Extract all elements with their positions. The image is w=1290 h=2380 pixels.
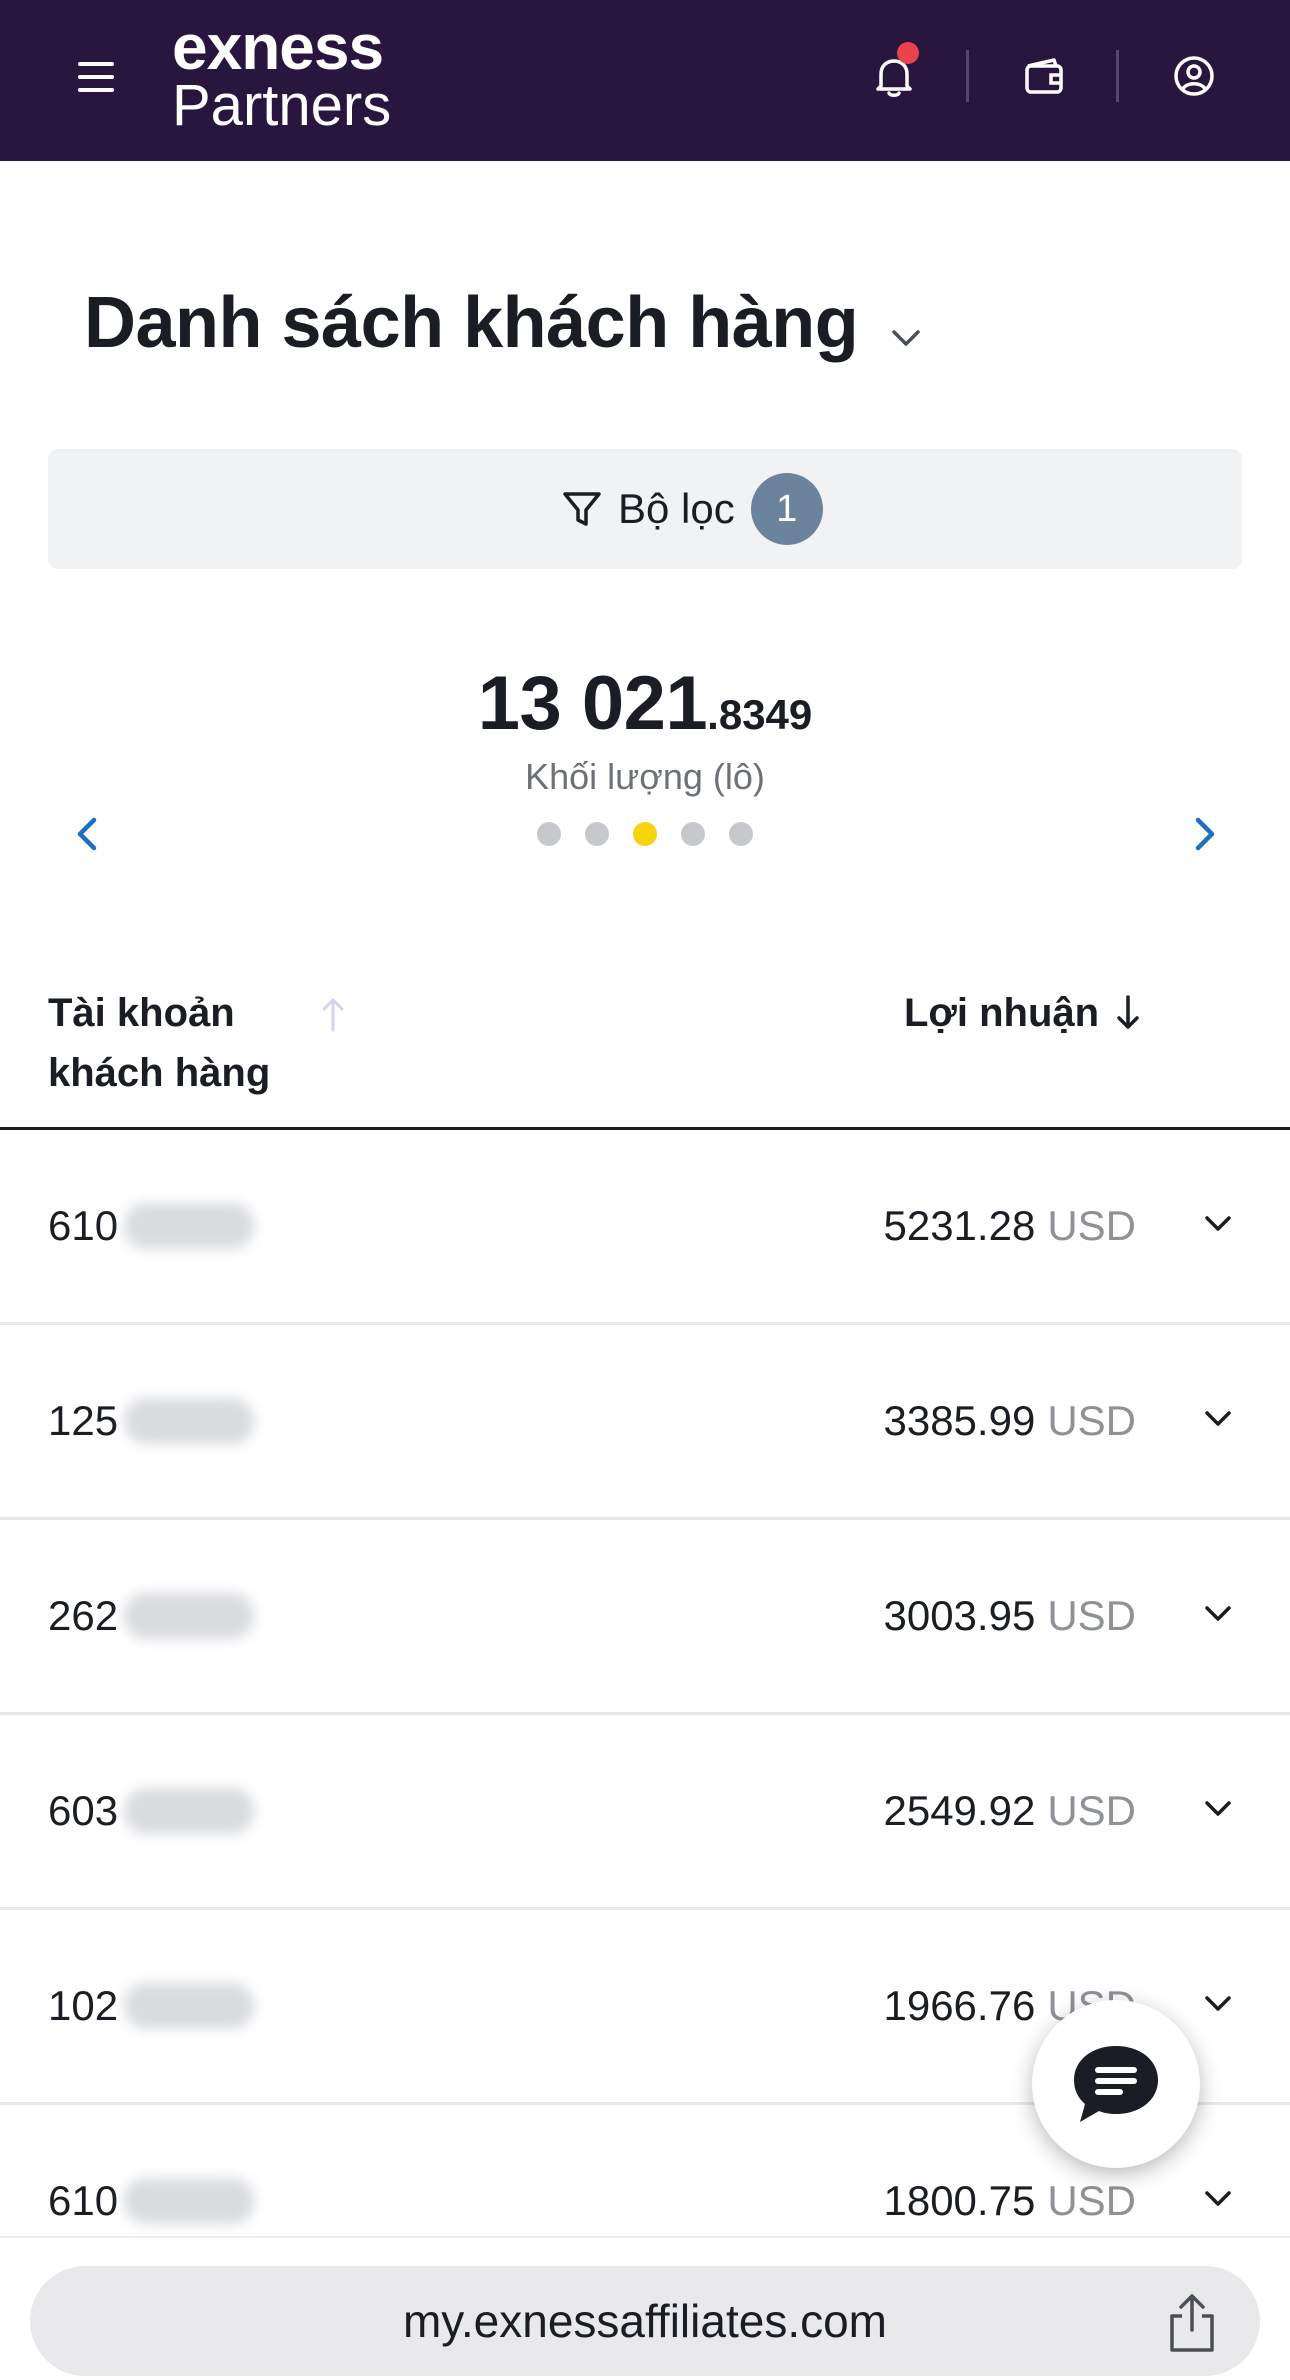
funnel-icon bbox=[563, 492, 601, 526]
chevron-down-icon[interactable] bbox=[1198, 1594, 1238, 1634]
chevron-down-icon[interactable] bbox=[1198, 1789, 1238, 1829]
profit-amount: 3003.95 USD bbox=[883, 1520, 1136, 1712]
profit-value: 5231.28 bbox=[883, 1202, 1036, 1249]
account-prefix: 125 bbox=[48, 1397, 119, 1444]
metric-value-integer: 13 021 bbox=[477, 661, 708, 746]
carousel-dot-active[interactable] bbox=[633, 822, 657, 846]
profit-amount: 2549.92 USD bbox=[883, 1715, 1136, 1907]
table-row[interactable]: 262 3003.95 USD bbox=[0, 1520, 1290, 1715]
profit-currency: USD bbox=[1047, 2177, 1136, 2224]
header-divider bbox=[966, 50, 969, 102]
address-bar[interactable]: my.exnessaffiliates.com bbox=[30, 2266, 1260, 2376]
column-header-account[interactable]: Tài khoản khách hàng bbox=[48, 983, 308, 1103]
header-divider bbox=[1116, 50, 1119, 102]
account-number: 610 bbox=[48, 1130, 255, 1322]
user-icon[interactable] bbox=[1168, 50, 1220, 102]
table-row[interactable]: 610 5231.28 USD bbox=[0, 1130, 1290, 1325]
profit-value: 1800.75 bbox=[883, 2177, 1036, 2224]
account-prefix: 603 bbox=[48, 1787, 119, 1834]
carousel-dot[interactable] bbox=[537, 822, 561, 846]
account-redacted bbox=[124, 1593, 255, 1639]
column-header-profit: Lợi nhuận bbox=[904, 991, 1100, 1035]
profit-value: 2549.92 bbox=[883, 1787, 1036, 1834]
column-header-profit-wrap[interactable]: Lợi nhuận bbox=[904, 983, 1143, 1043]
metric-value: 13 021.8349 bbox=[478, 660, 813, 747]
sort-arrow-down-icon bbox=[1117, 995, 1139, 1029]
carousel-pagination bbox=[0, 822, 1290, 846]
carousel-dot[interactable] bbox=[729, 822, 753, 846]
menu-icon[interactable] bbox=[78, 62, 114, 92]
filter-label: Bộ lọc bbox=[618, 485, 735, 532]
profit-value: 3385.99 bbox=[883, 1397, 1036, 1444]
profit-value: 1966.76 bbox=[883, 1982, 1036, 2029]
account-prefix: 102 bbox=[48, 1982, 119, 2029]
chevron-down-icon[interactable] bbox=[1198, 1204, 1238, 1244]
account-prefix: 262 bbox=[48, 1592, 119, 1639]
chat-bubble-icon bbox=[1074, 2046, 1158, 2122]
top-bar: exness Partners bbox=[0, 0, 1290, 161]
account-number: 102 bbox=[48, 1910, 255, 2102]
table-row[interactable]: 603 2549.92 USD bbox=[0, 1715, 1290, 1910]
notification-dot bbox=[897, 42, 919, 64]
carousel-dot[interactable] bbox=[585, 822, 609, 846]
account-redacted bbox=[124, 1788, 255, 1834]
chevron-right-icon[interactable] bbox=[1180, 810, 1228, 858]
metric-value-decimal: .8349 bbox=[707, 691, 813, 738]
profit-currency: USD bbox=[1047, 1787, 1136, 1834]
account-number: 262 bbox=[48, 1520, 255, 1712]
metric-carousel: 13 021.8349 Khối lượng (lô) bbox=[0, 660, 1290, 797]
chevron-down-icon[interactable] bbox=[1198, 1399, 1238, 1439]
profit-amount: 5231.28 USD bbox=[883, 1130, 1136, 1322]
profit-currency: USD bbox=[1047, 1202, 1136, 1249]
page-title[interactable]: Danh sách khách hàng bbox=[84, 282, 859, 364]
logo-wordmark: exness bbox=[172, 11, 384, 83]
logo-subtitle: Partners bbox=[172, 73, 392, 138]
chevron-down-icon[interactable] bbox=[1198, 1984, 1238, 2024]
carousel-dot[interactable] bbox=[681, 822, 705, 846]
profit-currency: USD bbox=[1047, 1592, 1136, 1639]
browser-bottom-bar: my.exnessaffiliates.com bbox=[0, 2236, 1290, 2380]
account-number: 125 bbox=[48, 1325, 255, 1517]
account-redacted bbox=[124, 2178, 255, 2224]
profit-amount: 3385.99 USD bbox=[883, 1325, 1136, 1517]
exness-partners-logo[interactable]: exness Partners bbox=[172, 14, 391, 136]
filter-button[interactable]: Bộ lọc 1 bbox=[48, 449, 1242, 569]
account-redacted bbox=[124, 1398, 255, 1444]
table-row[interactable]: 125 3385.99 USD bbox=[0, 1325, 1290, 1520]
account-number: 603 bbox=[48, 1715, 255, 1907]
sort-arrow-up-icon[interactable] bbox=[318, 994, 348, 1034]
profit-currency: USD bbox=[1047, 1397, 1136, 1444]
url-text: my.exnessaffiliates.com bbox=[402, 2295, 888, 2347]
account-redacted bbox=[124, 1983, 255, 2029]
account-prefix: 610 bbox=[48, 1202, 119, 1249]
chevron-down-icon[interactable] bbox=[1198, 2179, 1238, 2219]
share-icon[interactable] bbox=[1164, 2292, 1220, 2354]
account-prefix: 610 bbox=[48, 2177, 119, 2224]
account-redacted bbox=[124, 1203, 255, 1249]
filter-count-badge: 1 bbox=[750, 473, 823, 545]
wallet-icon[interactable] bbox=[1018, 50, 1070, 102]
chevron-down-icon[interactable] bbox=[886, 318, 926, 358]
metric-label: Khối lượng (lô) bbox=[525, 756, 765, 797]
profit-value: 3003.95 bbox=[883, 1592, 1036, 1639]
chat-button[interactable] bbox=[1032, 2000, 1200, 2168]
